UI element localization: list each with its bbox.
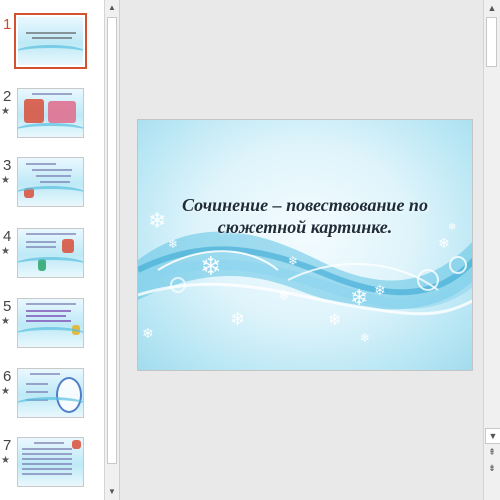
thumbnail-slide-4[interactable]: 4 ★ bbox=[0, 228, 104, 284]
svg-text:❄: ❄ bbox=[328, 310, 341, 329]
slide-thumbnail[interactable] bbox=[17, 88, 84, 138]
animation-star-icon: ★ bbox=[1, 386, 10, 397]
editor-scrollbar[interactable]: ▲ ▼ ⇞ ⇟ bbox=[483, 0, 500, 500]
svg-text:❄: ❄ bbox=[230, 309, 245, 330]
thumbnail-scrollbar[interactable]: ▲ ▼ bbox=[104, 0, 120, 500]
slide-thumbnail[interactable] bbox=[17, 298, 84, 348]
slide-number: 2 bbox=[3, 88, 12, 105]
slide-number: 6 bbox=[3, 368, 12, 385]
thumbnail-slide-7[interactable]: 7 ★ bbox=[0, 437, 104, 493]
scroll-down-arrow-icon[interactable]: ▼ bbox=[485, 428, 500, 444]
slide-number: 7 bbox=[3, 437, 12, 454]
svg-text:❄: ❄ bbox=[350, 286, 368, 311]
current-slide[interactable]: ❄ ❄ ❄ ❄ ❄ ❄ ❄ ❄ ❄ ❄ ❄ ❄ ❄ Сочинение – по… bbox=[137, 119, 473, 371]
svg-text:❄: ❄ bbox=[360, 331, 370, 345]
scroll-up-arrow-icon[interactable]: ▲ bbox=[484, 1, 500, 15]
slide-editing-area: ❄ ❄ ❄ ❄ ❄ ❄ ❄ ❄ ❄ ❄ ❄ ❄ ❄ Сочинение – по… bbox=[121, 0, 483, 500]
animation-star-icon: ★ bbox=[1, 246, 10, 257]
slide-number: 3 bbox=[3, 157, 12, 174]
svg-text:❄: ❄ bbox=[142, 326, 154, 342]
slide-thumbnail[interactable] bbox=[17, 368, 84, 418]
slide-thumbnail[interactable] bbox=[17, 157, 84, 207]
svg-text:❄: ❄ bbox=[278, 288, 290, 304]
animation-star-icon: ★ bbox=[1, 106, 10, 117]
svg-text:❄: ❄ bbox=[168, 237, 178, 251]
slide-thumbnail[interactable] bbox=[17, 437, 84, 487]
thumbnail-slide-6[interactable]: 6 ★ bbox=[0, 368, 104, 424]
animation-star-icon: ★ bbox=[1, 455, 10, 466]
scroll-down-arrow-icon[interactable]: ▼ bbox=[105, 485, 119, 499]
scrollbar-thumb[interactable] bbox=[486, 17, 497, 67]
slide-thumbnail[interactable] bbox=[17, 228, 84, 278]
scrollbar-thumb[interactable] bbox=[107, 17, 117, 464]
svg-text:❄: ❄ bbox=[288, 254, 298, 268]
thumbnail-slide-2[interactable]: 2 ★ bbox=[0, 88, 104, 144]
slide-number: 1 bbox=[3, 16, 12, 33]
animation-star-icon: ★ bbox=[1, 316, 10, 327]
thumbnail-slide-3[interactable]: 3 ★ bbox=[0, 157, 104, 213]
slide-title[interactable]: Сочинение – повествование по сюжетной ка… bbox=[158, 194, 452, 238]
svg-text:❄: ❄ bbox=[438, 236, 450, 252]
winter-background-graphic: ❄ ❄ ❄ ❄ ❄ ❄ ❄ ❄ ❄ ❄ ❄ ❄ ❄ bbox=[138, 209, 472, 345]
scroll-up-arrow-icon[interactable]: ▲ bbox=[105, 1, 119, 15]
next-slide-icon[interactable]: ⇟ bbox=[484, 461, 500, 475]
animation-star-icon: ★ bbox=[1, 175, 10, 186]
previous-slide-icon[interactable]: ⇞ bbox=[484, 445, 500, 459]
slide-thumbnail[interactable] bbox=[14, 13, 87, 69]
slide-thumbnail-pane: 1 2 ★ 3 ★ 4 ★ 5 ★ 6 ★ 7 ★ bbox=[0, 0, 104, 500]
slide-number: 5 bbox=[3, 298, 12, 315]
svg-text:❄: ❄ bbox=[374, 283, 386, 299]
slide-number: 4 bbox=[3, 228, 12, 245]
thumbnail-slide-5[interactable]: 5 ★ bbox=[0, 298, 104, 354]
svg-text:❄: ❄ bbox=[200, 252, 222, 282]
thumbnail-slide-1[interactable]: 1 bbox=[0, 13, 104, 72]
